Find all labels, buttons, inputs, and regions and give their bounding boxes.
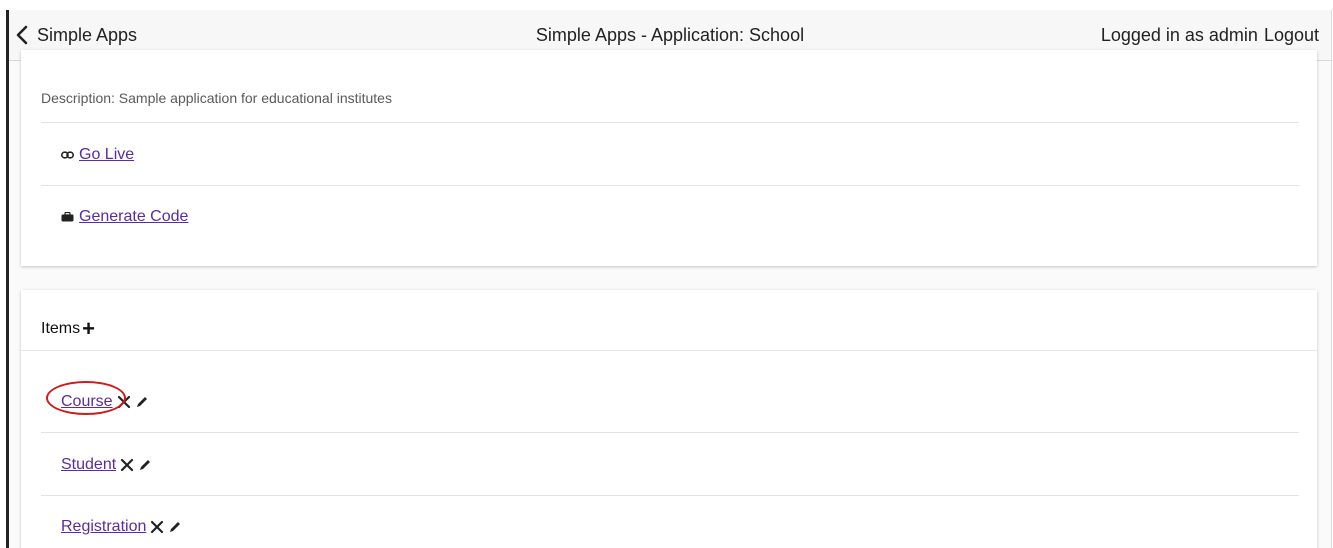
go-live-row: Go Live [61, 146, 134, 164]
list-item: Student [61, 456, 152, 474]
application-card: Description: Sample application for educ… [21, 50, 1317, 266]
logged-in-text: Logged in as admin [1100, 24, 1258, 45]
edit-button[interactable] [138, 458, 152, 472]
item-link[interactable]: Course [61, 393, 113, 411]
divider [21, 350, 1317, 351]
divider [41, 185, 1299, 186]
delete-button[interactable] [117, 395, 131, 409]
items-header: Items + [41, 318, 95, 340]
generate-code-row: Generate Code [61, 208, 188, 226]
logout-link[interactable]: Logout [1264, 25, 1319, 46]
pencil-icon [140, 460, 151, 470]
pencil-icon [170, 522, 181, 532]
link-icon [61, 151, 74, 159]
item-link[interactable]: Registration [61, 518, 146, 536]
pencil-icon [136, 397, 147, 407]
list-item: Course [46, 381, 149, 415]
chevron-left-icon [16, 25, 28, 45]
delete-button[interactable] [150, 520, 164, 534]
divider [41, 122, 1299, 123]
plus-icon[interactable]: + [82, 318, 95, 340]
briefcase-icon [61, 212, 74, 222]
close-icon [151, 520, 164, 534]
edit-button[interactable] [135, 395, 149, 409]
items-card: Items + Course Student Registration [21, 290, 1317, 548]
item-link[interactable]: Student [61, 456, 116, 474]
go-live-link[interactable]: Go Live [79, 146, 134, 164]
items-title: Items [41, 320, 81, 337]
generate-code-link[interactable]: Generate Code [79, 208, 188, 226]
list-item: Registration [61, 518, 182, 536]
divider [41, 495, 1299, 496]
divider [41, 432, 1299, 433]
app-description: Description: Sample application for educ… [41, 90, 392, 106]
edit-button[interactable] [168, 520, 182, 534]
delete-button[interactable] [120, 458, 134, 472]
back-label: Simple Apps [37, 24, 138, 45]
app-window: Simple Apps Simple Apps - Application: S… [6, 10, 1332, 548]
close-icon [121, 458, 134, 472]
back-button[interactable]: Simple Apps [15, 25, 137, 46]
close-icon [117, 395, 130, 409]
